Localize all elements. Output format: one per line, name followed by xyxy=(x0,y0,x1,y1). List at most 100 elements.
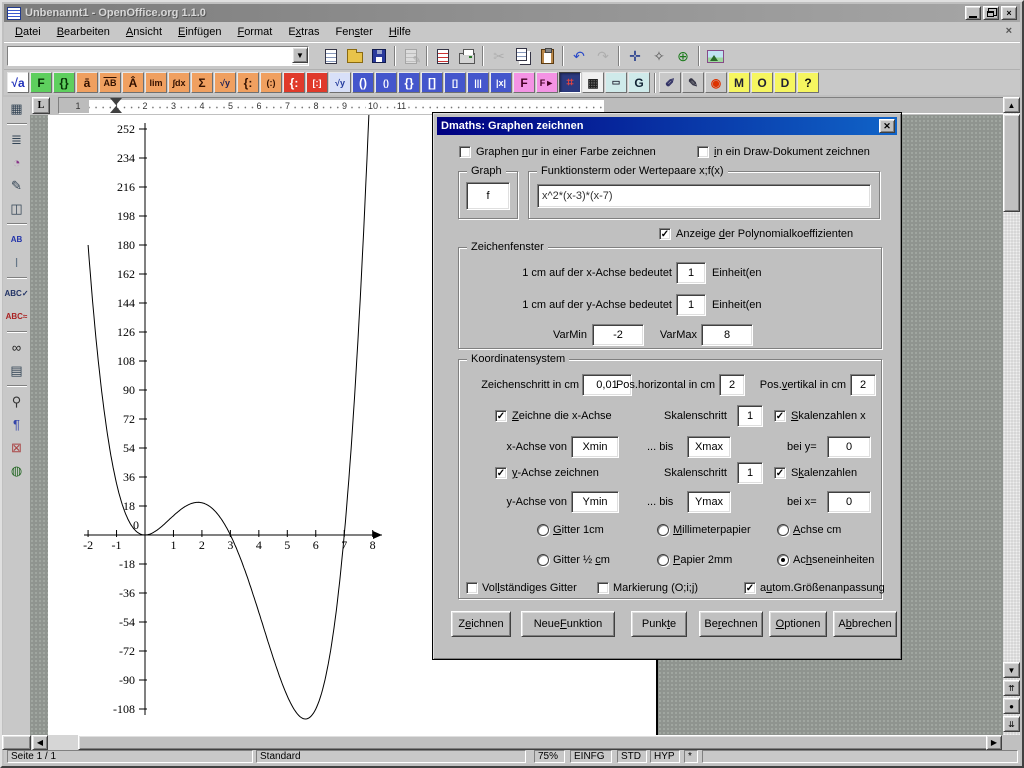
combobox-dropdown-icon[interactable]: ▼ xyxy=(292,47,308,63)
at-y-field[interactable] xyxy=(827,436,871,458)
insert-cursor-icon[interactable]: I xyxy=(5,251,29,274)
braces-green-icon[interactable]: {} xyxy=(53,72,75,93)
undo-icon[interactable]: ↶ xyxy=(567,44,591,68)
berechnen-button[interactable]: Berechnen xyxy=(699,611,763,637)
gitter-halb-radio[interactable] xyxy=(537,554,549,566)
copy-icon[interactable] xyxy=(511,44,535,68)
status-style[interactable]: Standard xyxy=(256,750,526,763)
skalenschritt-x-field[interactable] xyxy=(737,405,763,427)
scroll-right-icon[interactable]: ▶ xyxy=(986,735,1002,750)
menu-einfgen[interactable]: Einfügen xyxy=(170,24,229,40)
parens-blue-2-icon[interactable]: () xyxy=(375,72,397,93)
gitter-1cm-radio[interactable] xyxy=(537,524,549,536)
next-page-icon[interactable]: ⇊ xyxy=(1003,716,1020,732)
insert-form-icon[interactable]: ◫ xyxy=(5,197,29,220)
parens-blue-1-icon[interactable]: () xyxy=(352,72,374,93)
braces-blue-icon[interactable]: {} xyxy=(398,72,420,93)
sqrt-a-icon[interactable]: √a xyxy=(7,72,29,93)
status-insert-mode[interactable]: EINFG xyxy=(570,750,612,763)
achseneinheiten-radio[interactable] xyxy=(777,554,789,566)
gallery-icon[interactable] xyxy=(703,44,727,68)
graphics-on-off-icon[interactable]: ⊠ xyxy=(5,436,29,459)
url-combobox[interactable]: ▼ xyxy=(7,46,309,66)
d-button-icon[interactable]: D xyxy=(774,72,796,93)
brace-colon-red-icon[interactable]: {: xyxy=(283,72,305,93)
x-from-field[interactable] xyxy=(571,436,619,458)
edit-pencil-icon[interactable]: ✎ xyxy=(682,72,704,93)
help-button-icon[interactable]: ? xyxy=(797,72,819,93)
url-input[interactable] xyxy=(8,47,292,65)
data-sources-icon[interactable]: ▤ xyxy=(5,359,29,382)
skalenzahlen-x-checkbox[interactable] xyxy=(774,410,786,422)
scroll-up-icon[interactable]: ▲ xyxy=(1003,97,1020,113)
at-x-field[interactable] xyxy=(827,491,871,513)
y-to-field[interactable] xyxy=(687,491,731,513)
tab-stop-selector[interactable]: L xyxy=(32,97,50,114)
redo-icon[interactable]: ↷ xyxy=(591,44,615,68)
about-spiral-icon[interactable]: ◉ xyxy=(705,72,727,93)
spellcheck-icon[interactable]: ABC✓ xyxy=(5,282,29,305)
draw-graph-icon[interactable]: ⌗ xyxy=(559,72,581,93)
status-zoom[interactable]: 75% xyxy=(534,750,565,763)
insert-object-chart-icon[interactable]: ◔ xyxy=(5,151,29,174)
nonprinting-characters-icon[interactable]: ¶ xyxy=(5,413,29,436)
horizontal-scroll-thumb[interactable] xyxy=(78,735,1016,750)
x-axis-checkbox[interactable] xyxy=(495,410,507,422)
navigator-icon[interactable]: ✛ xyxy=(623,44,647,68)
zoom-icon[interactable]: ⚲ xyxy=(5,390,29,413)
dialog-close-icon[interactable]: ✕ xyxy=(879,119,895,133)
find-replace-icon[interactable]: ∞ xyxy=(5,336,29,359)
scroll-down-icon[interactable]: ▼ xyxy=(1003,662,1020,678)
status-hyperlink-mode[interactable]: HYP xyxy=(650,750,680,763)
zeichnen-button[interactable]: Zeichnen xyxy=(451,611,511,637)
function-green-icon[interactable]: F xyxy=(30,72,52,93)
save-document-icon[interactable] xyxy=(367,44,391,68)
skalenschritt-y-field[interactable] xyxy=(737,462,763,484)
new-document-icon[interactable] xyxy=(319,44,343,68)
brackets-blue-2-icon[interactable]: [] xyxy=(444,72,466,93)
print-file-icon[interactable] xyxy=(455,44,479,68)
status-selection-mode[interactable]: STD xyxy=(617,750,647,763)
pos-h-field[interactable] xyxy=(719,374,745,396)
achse-cm-radio[interactable] xyxy=(777,524,789,536)
m-button-icon[interactable]: M xyxy=(728,72,750,93)
menu-datei[interactable]: Datei xyxy=(7,24,49,40)
close-button[interactable]: × xyxy=(1001,6,1017,20)
x-to-field[interactable] xyxy=(687,436,731,458)
abs-value-icon[interactable]: |x| xyxy=(490,72,512,93)
menu-format[interactable]: Format xyxy=(229,24,280,40)
draw-doc-checkbox[interactable] xyxy=(697,146,709,158)
horizontal-scrollbar[interactable]: ◀ ▶ xyxy=(31,735,1002,750)
vector-arrow-icon[interactable]: ā xyxy=(76,72,98,93)
graph-name-field[interactable] xyxy=(466,182,510,210)
norm-bars-icon[interactable]: ||| xyxy=(467,72,489,93)
insert-fields-icon[interactable]: ≣ xyxy=(5,128,29,151)
y-from-field[interactable] xyxy=(571,491,619,513)
brace-colon-orange-icon[interactable]: {: xyxy=(237,72,259,93)
paren-colon-orange-icon[interactable]: (:) xyxy=(260,72,282,93)
autotext-icon[interactable]: AB xyxy=(5,228,29,251)
edit-file-icon[interactable] xyxy=(399,44,423,68)
mail-document-icon[interactable] xyxy=(431,44,455,68)
geometry-g-icon[interactable]: G xyxy=(628,72,650,93)
single-color-checkbox[interactable] xyxy=(459,146,471,158)
previous-page-icon[interactable]: ⇈ xyxy=(1003,680,1020,696)
marking-checkbox[interactable] xyxy=(597,582,609,594)
pos-v-field[interactable] xyxy=(850,374,876,396)
o-button-icon[interactable]: O xyxy=(751,72,773,93)
optionen-button[interactable]: Optionen xyxy=(769,611,827,637)
bracket-colon-red-icon[interactable]: [:] xyxy=(306,72,328,93)
menu-extras[interactable]: Extras xyxy=(280,24,327,40)
segment-ab-icon[interactable]: AB xyxy=(99,72,121,93)
x-scale-field[interactable] xyxy=(676,262,706,284)
navigation-point-icon[interactable]: ● xyxy=(1003,698,1020,714)
dmaths-tools-icon[interactable]: ✐ xyxy=(659,72,681,93)
limit-icon[interactable]: lim xyxy=(145,72,167,93)
auto-spellcheck-icon[interactable]: ABC≈ xyxy=(5,305,29,328)
full-grid-checkbox[interactable] xyxy=(466,582,478,594)
y-scale-field[interactable] xyxy=(676,294,706,316)
angle-hat-icon[interactable]: Â xyxy=(122,72,144,93)
menu-fenster[interactable]: Fenster xyxy=(328,24,381,40)
cut-icon[interactable]: ✂ xyxy=(487,44,511,68)
sum-sigma-icon[interactable]: Σ xyxy=(191,72,213,93)
